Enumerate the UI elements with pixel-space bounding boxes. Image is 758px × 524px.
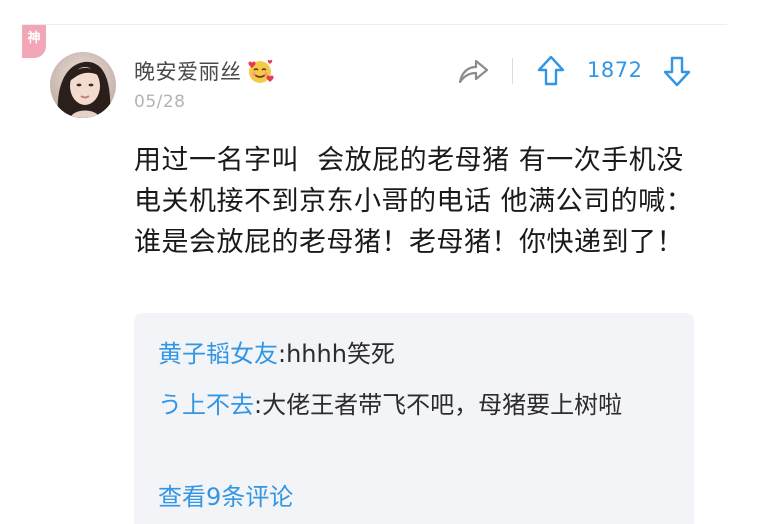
avatar-photo bbox=[50, 52, 116, 118]
post-content: 用过一名字叫 会放屁的老母猪 有一次手机没电关机接不到京东小哥的电话 他满公司的… bbox=[134, 145, 694, 258]
downvote-button[interactable] bbox=[662, 54, 692, 88]
upvote-button[interactable] bbox=[536, 54, 566, 88]
arrow-down-icon bbox=[663, 56, 691, 87]
reply-author[interactable]: う上不去 bbox=[158, 391, 254, 419]
reply-text: hhhh笑死 bbox=[286, 340, 395, 368]
reply-preview-box[interactable]: 黄子韬女友:hhhh笑死 う上不去:大佬王者带飞不吧，母猪要上树啦 查看9条评论 bbox=[134, 313, 694, 524]
god-comment-badge: 神 bbox=[22, 25, 46, 58]
reply-item[interactable]: 黄子韬女友:hhhh笑死 bbox=[158, 335, 663, 373]
top-divider bbox=[22, 24, 727, 25]
smiling-face-with-hearts-icon bbox=[247, 59, 274, 83]
comment-card: 神 晚安爱丽丝 05/28 1872 用过一名字叫 会放屁的老母猪 有一次手机没… bbox=[0, 0, 758, 524]
author-row: 晚安爱丽丝 bbox=[134, 56, 274, 86]
reply-text: 大佬王者带飞不吧，母猪要上树啦 bbox=[262, 391, 623, 419]
post-date: 05/28 bbox=[134, 92, 186, 112]
share-button[interactable] bbox=[456, 56, 490, 86]
reply-author[interactable]: 黄子韬女友 bbox=[158, 340, 278, 368]
arrow-up-icon bbox=[537, 55, 565, 86]
reply-item[interactable]: う上不去:大佬王者带飞不吧，母猪要上树啦 bbox=[158, 386, 663, 424]
share-arrow-icon bbox=[458, 59, 489, 84]
reply-separator: : bbox=[254, 391, 263, 419]
vote-count: 1872 bbox=[587, 58, 643, 82]
author-name[interactable]: 晚安爱丽丝 bbox=[134, 56, 242, 86]
view-more-replies-link[interactable]: 查看9条评论 bbox=[158, 478, 293, 516]
vote-divider bbox=[512, 58, 513, 84]
reply-separator: : bbox=[278, 340, 287, 368]
avatar[interactable] bbox=[50, 52, 116, 118]
